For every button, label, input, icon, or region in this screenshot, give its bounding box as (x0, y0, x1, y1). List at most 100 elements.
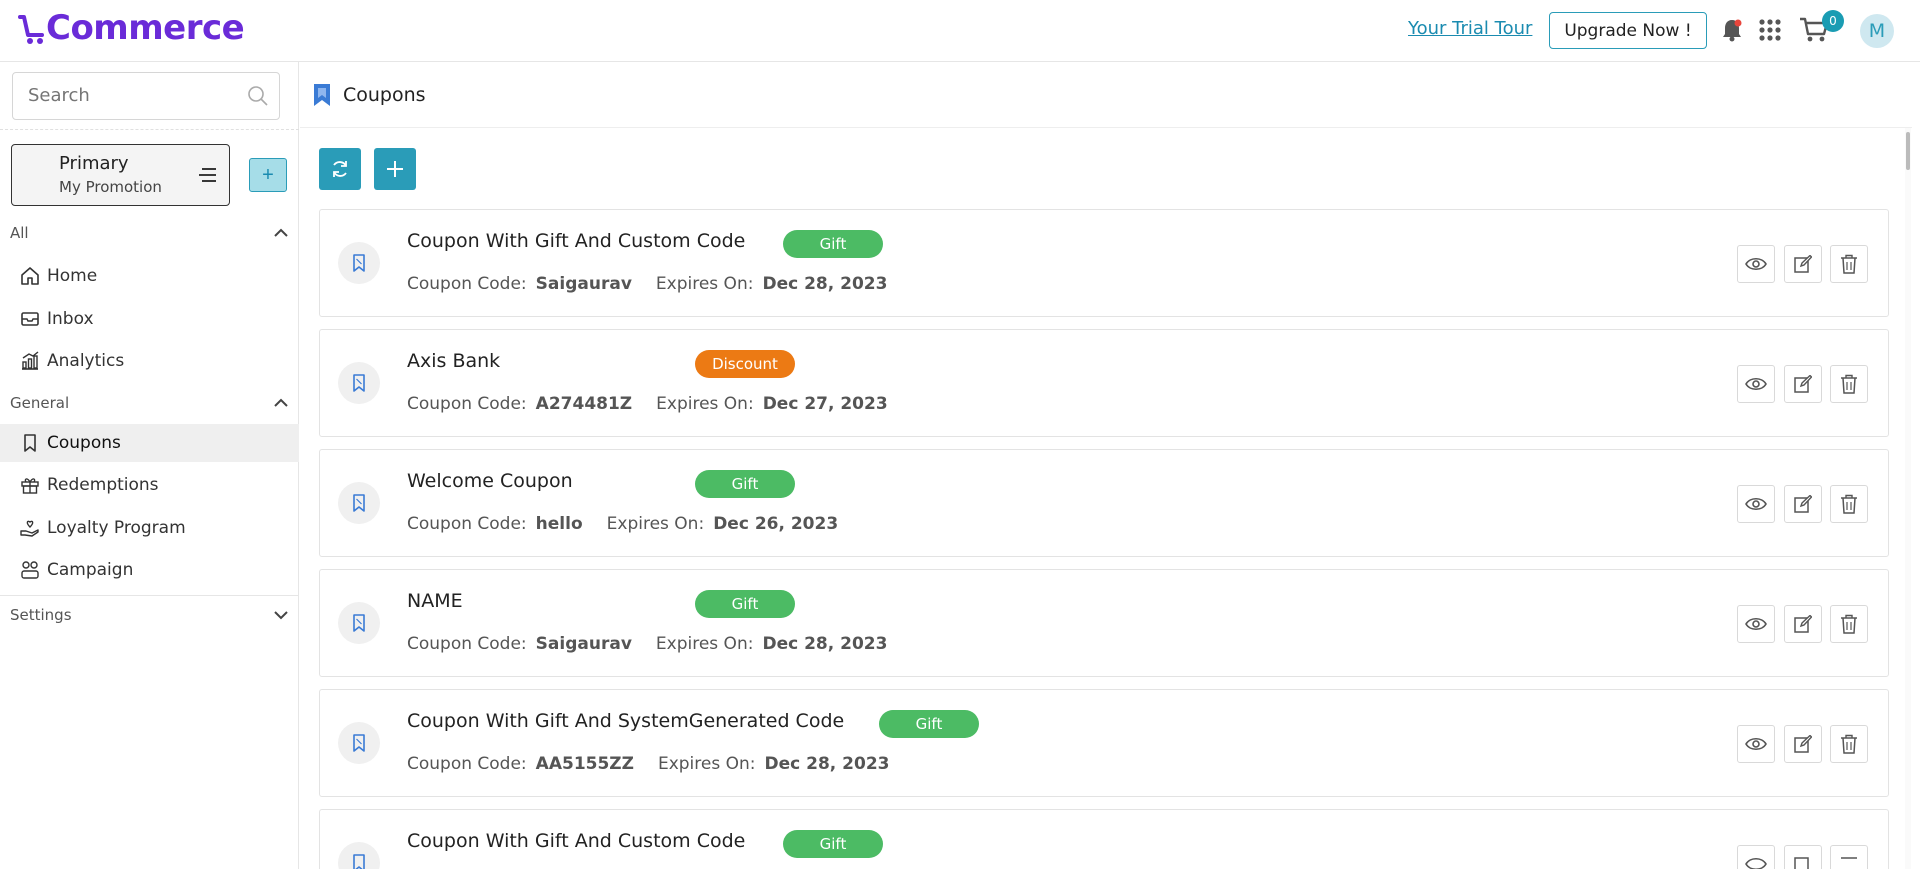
delete-button[interactable] (1830, 725, 1868, 763)
scrollbar-thumb[interactable] (1906, 132, 1910, 170)
coupon-icon (24, 434, 36, 452)
coupon-code: hello (535, 514, 583, 534)
coupon-name: Coupon With Gift And SystemGenerated Cod… (407, 710, 845, 732)
sidebar-item-label: Loyalty Program (47, 518, 186, 538)
loyalty-icon (20, 520, 39, 537)
edit-button[interactable] (1784, 845, 1822, 869)
trash-icon (1841, 254, 1857, 274)
divider (0, 129, 299, 130)
coupon-card[interactable]: Axis Bank Discount Coupon Code: A274481Z E… (319, 329, 1889, 437)
eye-icon (1745, 617, 1767, 631)
coupon-icon (338, 842, 380, 869)
scrollbar-track[interactable] (1905, 128, 1911, 869)
add-workspace-button[interactable]: + (249, 158, 287, 192)
status-badge: Gift (695, 590, 795, 618)
page-title: Coupons (343, 84, 426, 106)
coupon-code: A274481Z (535, 394, 633, 414)
edit-icon (1794, 615, 1812, 633)
search-icon[interactable] (247, 85, 269, 107)
view-button[interactable] (1737, 245, 1775, 283)
edit-icon (1794, 735, 1812, 753)
sidebar-item-loyalty-program[interactable]: Loyalty Program (0, 509, 299, 547)
sidebar-item-coupons[interactable]: Coupons (0, 424, 299, 462)
sidebar-item-analytics[interactable]: Analytics (0, 342, 299, 380)
trash-icon (1841, 494, 1857, 514)
inbox-icon (21, 312, 39, 326)
divider (0, 595, 299, 596)
coupon-meta: Coupon Code: Saigaurav Expires On: Dec 28, … (407, 634, 887, 654)
delete-button[interactable] (1830, 365, 1868, 403)
logo-text: Commerce (46, 8, 245, 48)
trial-tour-link[interactable]: Your Trial Tour (1408, 18, 1532, 39)
search-input[interactable] (13, 73, 233, 117)
delete-button[interactable] (1830, 245, 1868, 283)
analytics-icon (22, 351, 39, 370)
section-all-header[interactable]: All (0, 216, 299, 252)
avatar[interactable]: M (1860, 14, 1894, 48)
coupon-card[interactable]: NAME Gift Coupon Code: Saigaurav Expires O… (319, 569, 1889, 677)
coupon-name: Coupon With Gift And Custom Code (407, 230, 746, 252)
coupon-icon (338, 242, 380, 284)
logo[interactable]: Commerce (18, 8, 245, 48)
coupon-card[interactable]: Coupon With Gift And Custom Code Gift Co… (319, 209, 1889, 317)
coupon-card[interactable]: Welcome Coupon Gift Coupon Code: hello Exp… (319, 449, 1889, 557)
sidebar-item-label: Analytics (47, 351, 125, 371)
expires-label: Expires On: (655, 274, 754, 294)
coupon-icon (338, 602, 380, 644)
edit-icon (1794, 375, 1812, 393)
sidebar-item-inbox[interactable]: Inbox (0, 300, 299, 338)
view-button[interactable] (1737, 725, 1775, 763)
top-header: Commerce Your Trial Tour Upgrade Now ! 0… (0, 0, 1920, 62)
section-settings-header[interactable]: Settings (0, 598, 299, 634)
chevron-up-icon[interactable] (273, 226, 289, 240)
coupon-code-label: Coupon Code: (407, 274, 527, 294)
section-label: All (10, 224, 29, 242)
expires-label: Expires On: (655, 634, 754, 654)
workspace-selector[interactable]: Primary My Promotion (11, 144, 230, 206)
coupon-name: Coupon With Gift And Custom Code (407, 830, 746, 852)
edit-button[interactable] (1784, 245, 1822, 283)
edit-button[interactable] (1784, 725, 1822, 763)
section-general-header[interactable]: General (0, 386, 299, 422)
chevron-down-icon[interactable] (273, 608, 289, 622)
chevron-up-icon[interactable] (273, 396, 289, 410)
coupon-card[interactable]: Coupon With Gift And Custom Code Gift (319, 809, 1889, 869)
sidebar-item-campaign[interactable]: Campaign (0, 551, 299, 589)
add-coupon-button[interactable] (374, 148, 416, 190)
coupon-icon (314, 84, 330, 106)
edit-button[interactable] (1784, 365, 1822, 403)
eye-icon (1745, 377, 1767, 391)
menu-icon[interactable] (199, 167, 217, 183)
refresh-button[interactable] (319, 148, 361, 190)
edit-button[interactable] (1784, 605, 1822, 643)
page-title-bar: Coupons (300, 62, 1912, 128)
edit-button[interactable] (1784, 485, 1822, 523)
eye-icon (1745, 257, 1767, 271)
coupon-code: AA5155ZZ (535, 754, 634, 774)
section-label: Settings (10, 606, 72, 624)
view-button[interactable] (1737, 365, 1775, 403)
view-button[interactable] (1737, 605, 1775, 643)
upgrade-button[interactable]: Upgrade Now ! (1549, 12, 1707, 49)
coupon-code-label: Coupon Code: (407, 634, 527, 654)
sidebar-item-label: Campaign (47, 560, 134, 580)
expires-date: Dec 28, 2023 (762, 634, 888, 654)
sidebar-item-redemptions[interactable]: Redemptions (0, 466, 299, 504)
coupon-card[interactable]: Coupon With Gift And SystemGenerated Cod… (319, 689, 1889, 797)
delete-button[interactable] (1830, 605, 1868, 643)
coupon-code: Saigaurav (535, 274, 632, 294)
view-button[interactable] (1737, 485, 1775, 523)
sidebar-item-label: Redemptions (47, 475, 159, 495)
view-button[interactable] (1737, 845, 1775, 869)
status-badge: Discount (695, 350, 795, 378)
status-badge: Gift (783, 830, 883, 858)
sidebar-item-home[interactable]: Home (0, 257, 299, 295)
sidebar-item-label: Inbox (47, 309, 94, 329)
gift-icon (21, 478, 39, 494)
apps-grid-icon[interactable] (1756, 16, 1784, 44)
home-icon (21, 267, 39, 285)
coupon-name: Axis Bank (407, 350, 501, 372)
delete-button[interactable] (1830, 485, 1868, 523)
delete-button[interactable] (1830, 845, 1868, 869)
bell-icon[interactable] (1718, 16, 1746, 44)
